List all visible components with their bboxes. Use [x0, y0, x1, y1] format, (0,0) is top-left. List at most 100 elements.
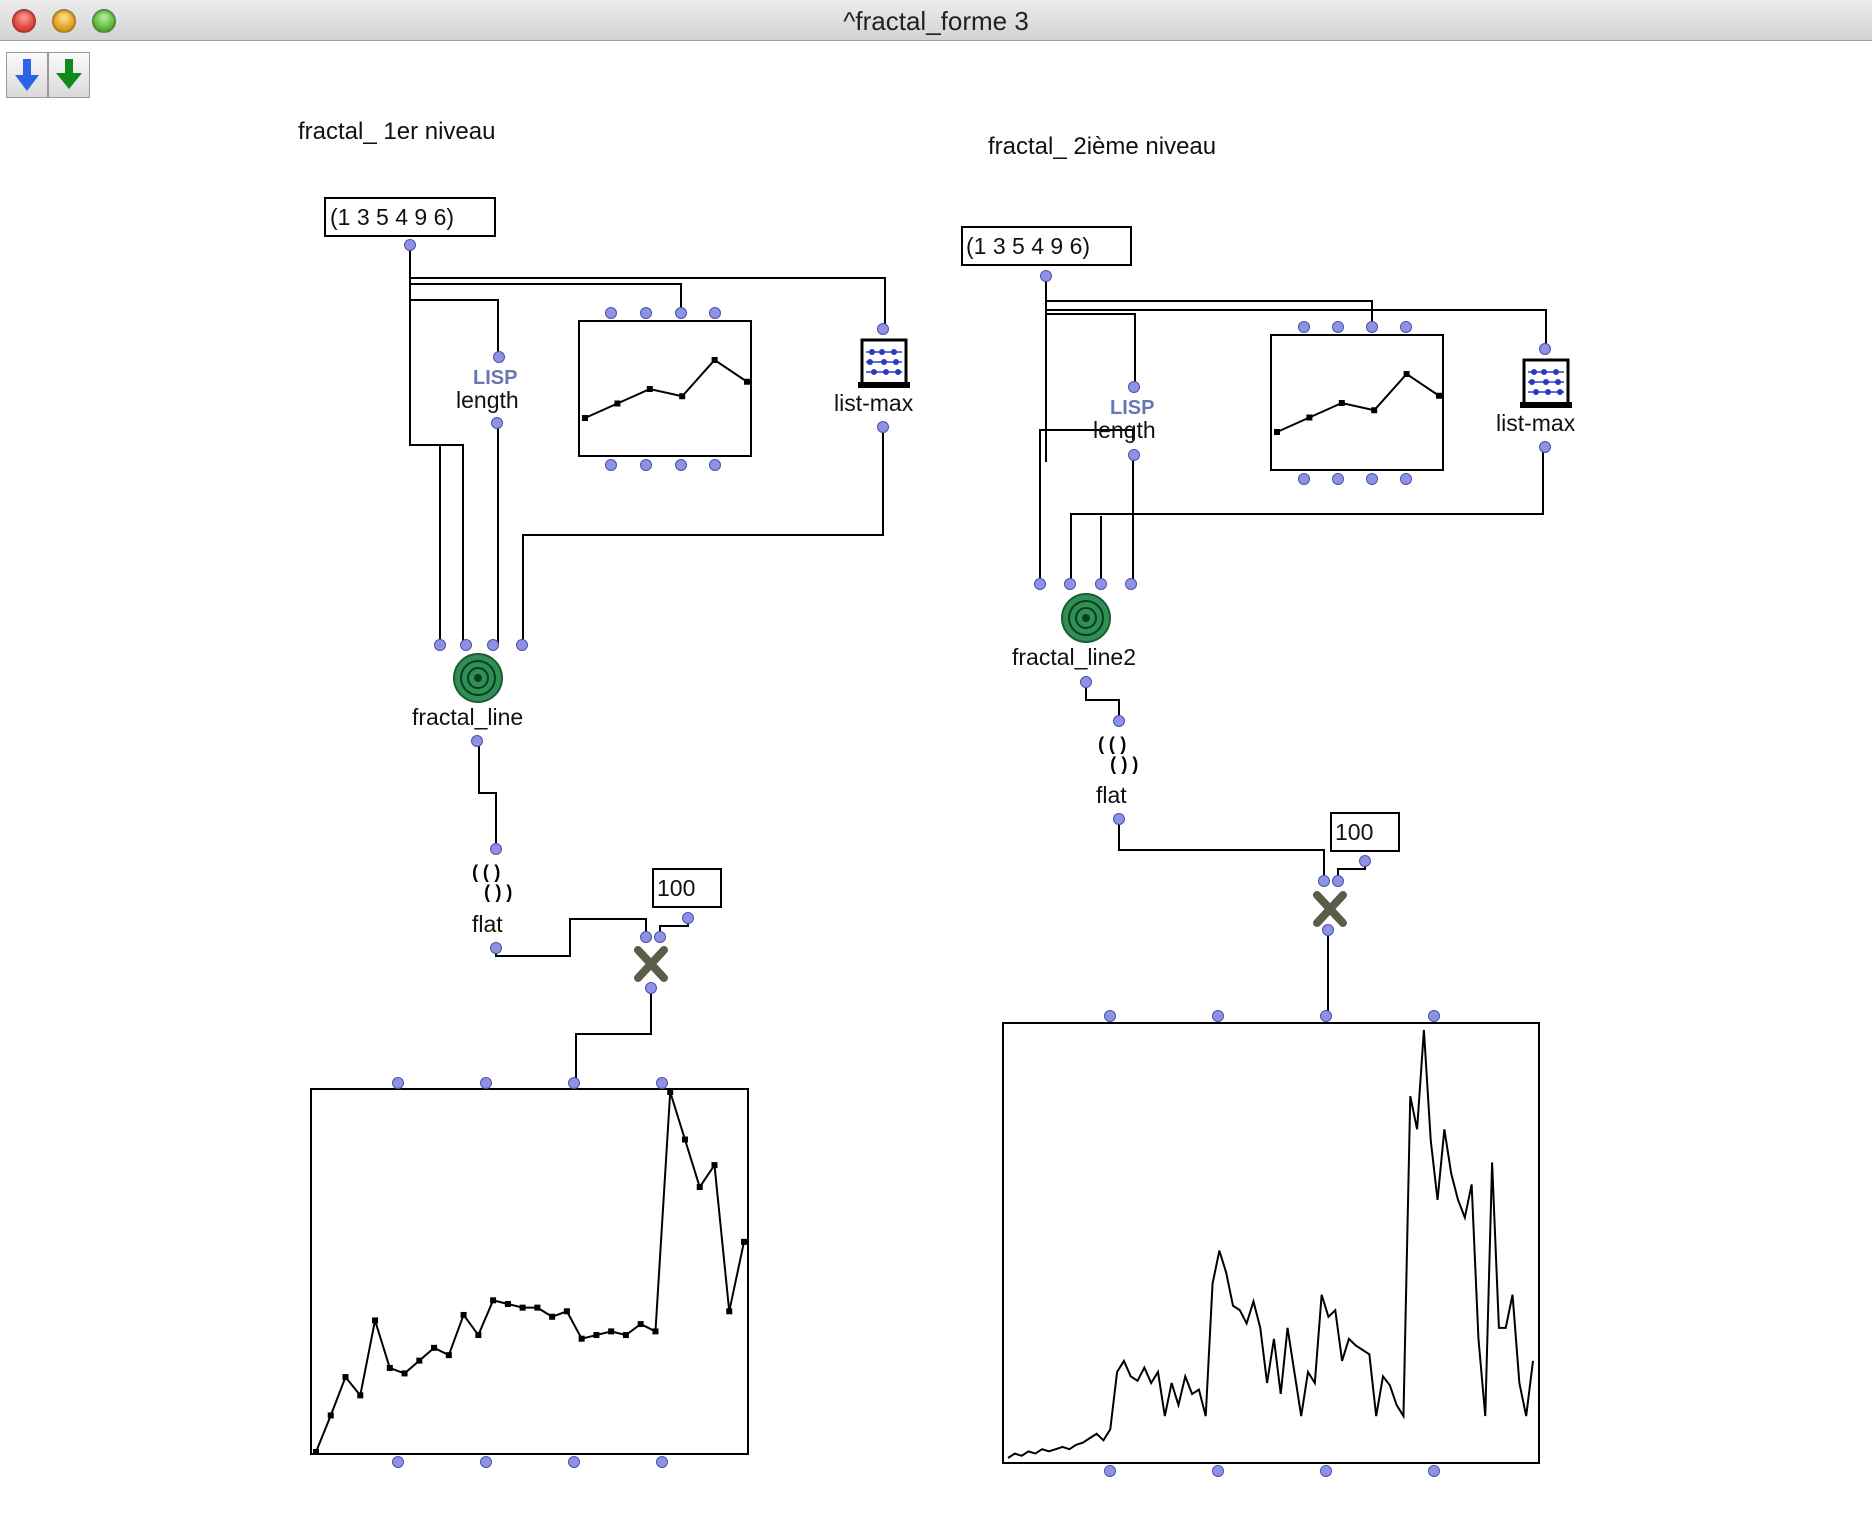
- bpf-point[interactable]: [549, 1313, 556, 1320]
- patch-port[interactable]: [1113, 813, 1125, 825]
- patch-port[interactable]: [1366, 473, 1378, 485]
- patch-port[interactable]: [656, 1456, 668, 1468]
- bpf-point[interactable]: [593, 1332, 600, 1339]
- patch-port[interactable]: [1322, 924, 1334, 936]
- bpf-point[interactable]: [637, 1321, 644, 1328]
- bpf-point[interactable]: [475, 1332, 482, 1339]
- bpf-point[interactable]: [416, 1357, 423, 1364]
- patch-port[interactable]: [493, 351, 505, 363]
- bpf-point[interactable]: [534, 1304, 541, 1311]
- bpf-point[interactable]: [614, 400, 621, 407]
- bpf-point[interactable]: [679, 393, 686, 400]
- patch-port[interactable]: [1104, 1010, 1116, 1022]
- input-list-box-left[interactable]: (1 3 5 4 9 6): [324, 197, 496, 237]
- patch-connection[interactable]: [409, 247, 682, 313]
- patch-port[interactable]: [877, 323, 889, 335]
- bpf-point[interactable]: [711, 1162, 718, 1169]
- bpf-editor-large-left[interactable]: [310, 1088, 749, 1455]
- lisp-length-box-left[interactable]: LISP length: [456, 367, 519, 413]
- patch-port[interactable]: [516, 639, 528, 651]
- patch-port[interactable]: [1212, 1010, 1224, 1022]
- patch-connection[interactable]: [1085, 683, 1120, 721]
- patch-port[interactable]: [1034, 578, 1046, 590]
- patch-port[interactable]: [675, 307, 687, 319]
- patch-port[interactable]: [709, 459, 721, 471]
- bpf-point[interactable]: [696, 1184, 703, 1191]
- bpf-point[interactable]: [490, 1297, 497, 1304]
- patch-port[interactable]: [471, 735, 483, 747]
- patch-port[interactable]: [1400, 473, 1412, 485]
- patch-port[interactable]: [1332, 321, 1344, 333]
- multiply-box-left[interactable]: [634, 946, 668, 982]
- bpf-point[interactable]: [563, 1308, 570, 1315]
- bpf-point[interactable]: [652, 1328, 659, 1335]
- patch-port[interactable]: [1095, 578, 1107, 590]
- patch-port[interactable]: [1359, 855, 1371, 867]
- input-list-box-right[interactable]: (1 3 5 4 9 6): [961, 226, 1132, 266]
- bpf-editor-large-right[interactable]: [1002, 1022, 1540, 1464]
- bpf-point[interactable]: [622, 1332, 629, 1339]
- patch-canvas[interactable]: fractal_ 1er niveau (1 3 5 4 9 6) LISP l…: [0, 0, 1872, 1518]
- patch-port[interactable]: [487, 639, 499, 651]
- patch-port[interactable]: [1539, 343, 1551, 355]
- patch-connection[interactable]: [478, 743, 497, 849]
- patch-port[interactable]: [1128, 449, 1140, 461]
- patch-port[interactable]: [605, 307, 617, 319]
- patch-port[interactable]: [1400, 321, 1412, 333]
- bpf-editor-small-right[interactable]: [1270, 334, 1444, 471]
- bpf-point[interactable]: [744, 378, 750, 385]
- bpf-point[interactable]: [386, 1364, 393, 1371]
- bpf-point[interactable]: [1436, 392, 1442, 399]
- patch-port[interactable]: [1080, 676, 1092, 688]
- patch-port[interactable]: [1064, 578, 1076, 590]
- patch-port[interactable]: [640, 931, 652, 943]
- bpf-point[interactable]: [431, 1344, 438, 1351]
- bpf-point[interactable]: [578, 1335, 585, 1342]
- fractal-line-box-left[interactable]: fractal_line: [412, 653, 523, 730]
- patch-port[interactable]: [1366, 321, 1378, 333]
- bpf-editor-small-left[interactable]: [578, 320, 752, 457]
- patch-port[interactable]: [1125, 578, 1137, 590]
- patch-port[interactable]: [1332, 875, 1344, 887]
- patch-port[interactable]: [1298, 473, 1310, 485]
- patch-connection[interactable]: [1045, 276, 1373, 327]
- patch-connection[interactable]: [410, 444, 464, 645]
- patch-port[interactable]: [490, 942, 502, 954]
- list-max-box-left[interactable]: list-max: [834, 338, 914, 416]
- list-max-box-right[interactable]: list-max: [1496, 358, 1576, 436]
- patch-port[interactable]: [1128, 381, 1140, 393]
- bpf-point[interactable]: [372, 1317, 379, 1324]
- bpf-point[interactable]: [504, 1300, 511, 1307]
- bpf-point[interactable]: [1403, 371, 1410, 377]
- patch-port[interactable]: [682, 912, 694, 924]
- patch-port[interactable]: [640, 307, 652, 319]
- patch-port[interactable]: [656, 1077, 668, 1089]
- bpf-point[interactable]: [357, 1392, 364, 1399]
- patch-port[interactable]: [404, 239, 416, 251]
- bpf-point[interactable]: [342, 1374, 349, 1381]
- bpf-point[interactable]: [445, 1352, 452, 1359]
- patch-port[interactable]: [1113, 715, 1125, 727]
- patch-port[interactable]: [1428, 1465, 1440, 1477]
- bpf-point[interactable]: [667, 1089, 674, 1095]
- patch-port[interactable]: [1428, 1010, 1440, 1022]
- patch-port[interactable]: [490, 843, 502, 855]
- bpf-point[interactable]: [1371, 407, 1378, 414]
- patch-port[interactable]: [434, 639, 446, 651]
- bpf-point[interactable]: [460, 1311, 467, 1318]
- patch-port[interactable]: [1539, 441, 1551, 453]
- bpf-point[interactable]: [313, 1449, 319, 1455]
- patch-port[interactable]: [675, 459, 687, 471]
- patch-port[interactable]: [392, 1077, 404, 1089]
- flat-box-right[interactable]: (() ()) flat: [1096, 736, 1140, 808]
- patch-port[interactable]: [877, 421, 889, 433]
- flat-box-left[interactable]: (() ()) flat: [470, 864, 514, 937]
- patch-port[interactable]: [709, 307, 721, 319]
- bpf-point[interactable]: [711, 357, 718, 363]
- patch-port[interactable]: [1320, 1010, 1332, 1022]
- patch-port[interactable]: [1104, 1465, 1116, 1477]
- patch-port[interactable]: [605, 459, 617, 471]
- patch-port[interactable]: [1212, 1465, 1224, 1477]
- patch-connection[interactable]: [495, 918, 647, 957]
- patch-port[interactable]: [568, 1456, 580, 1468]
